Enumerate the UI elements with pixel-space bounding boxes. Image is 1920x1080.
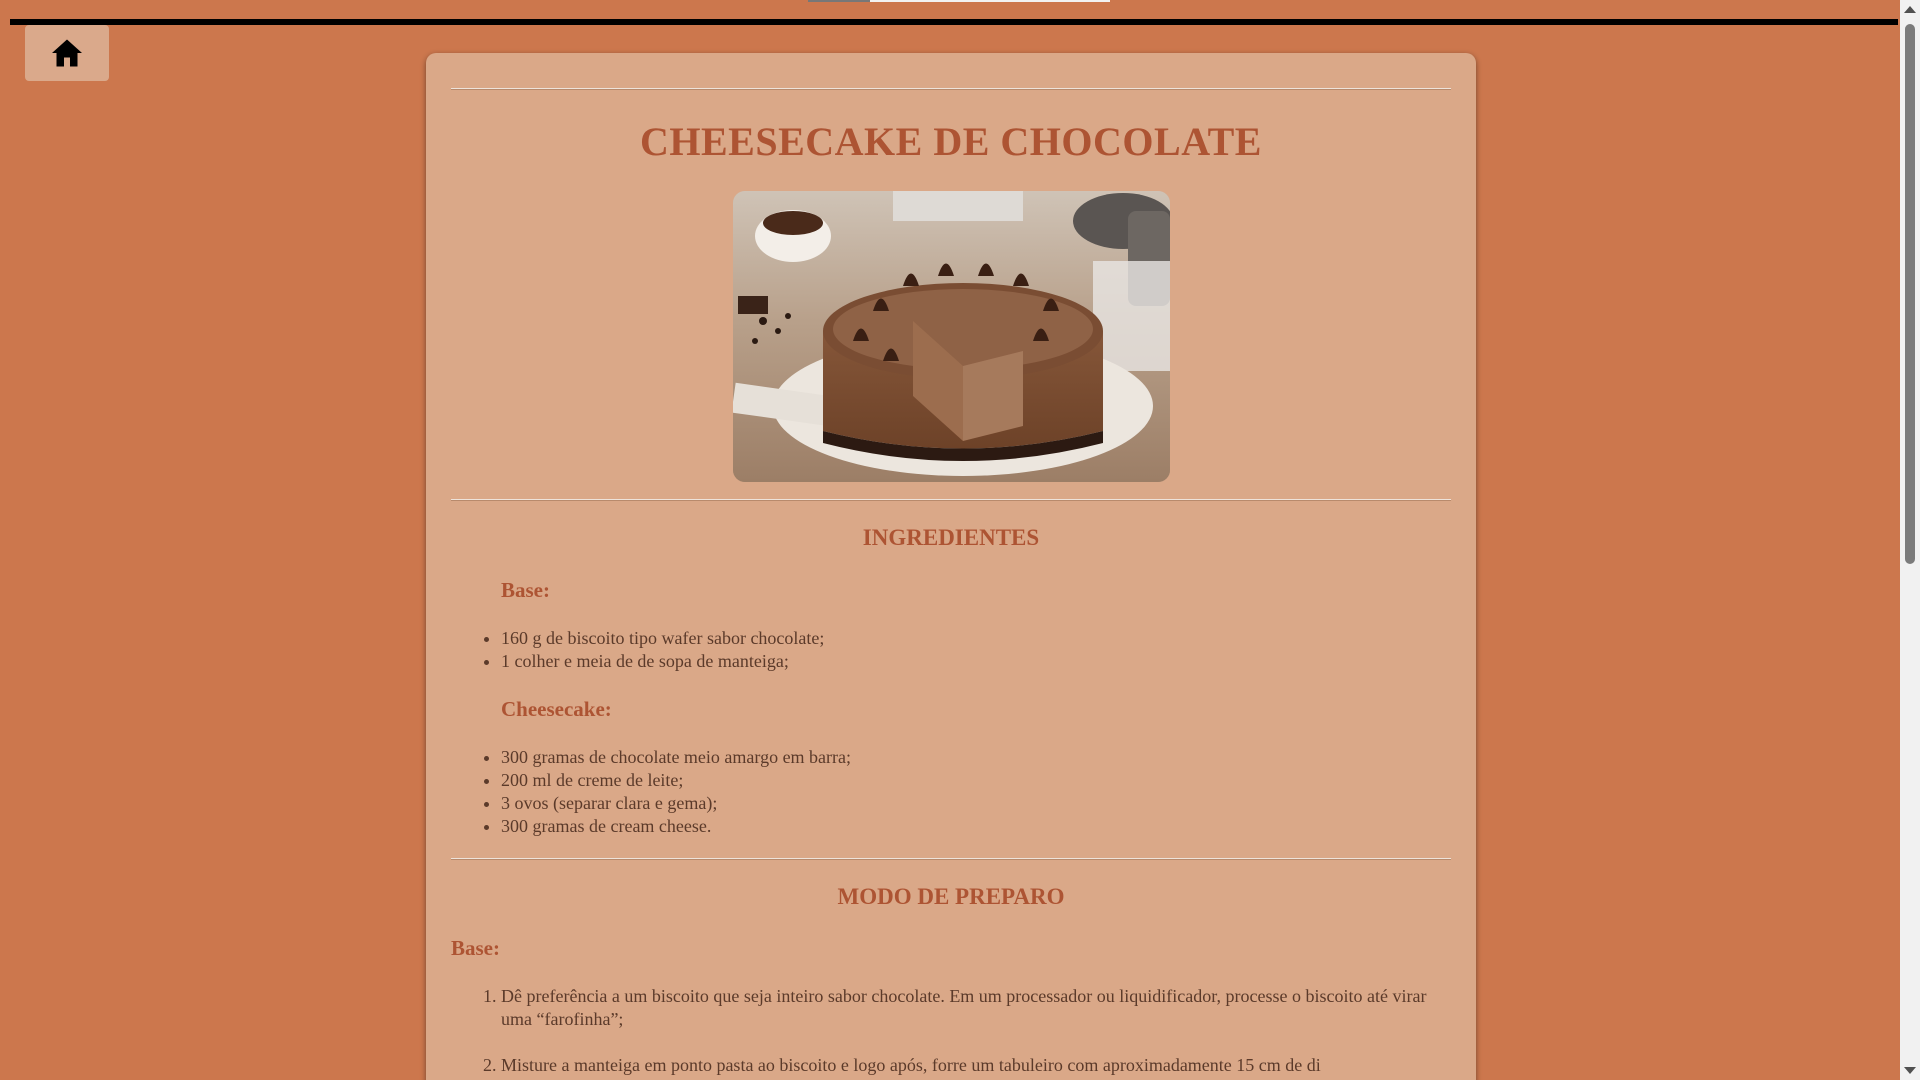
ingredients-base-list: 160 g de biscoito tipo wafer sabor choco… [451,627,1451,673]
top-nav-bar [10,19,1898,25]
ingredients-cheesecake-heading: Cheesecake: [501,697,612,721]
scrollbar-thumb[interactable] [1905,24,1915,564]
ingredients-cheesecake-list: 300 gramas de chocolate meio amargo em b… [451,746,1451,838]
scroll-down-arrow-icon[interactable] [1904,1067,1916,1074]
vertical-scrollbar[interactable] [1900,0,1920,1080]
list-item: Misture a manteiga em ponto pasta ao bis… [501,1054,1451,1077]
list-item: 3 ovos (separar clara e gema); [501,792,1451,815]
list-item: 160 g de biscoito tipo wafer sabor choco… [501,627,1451,650]
top-tab-indicator [808,0,870,2]
recipe-title: CHEESECAKE DE CHOCOLATE [640,119,1262,164]
scroll-up-arrow-icon[interactable] [1904,6,1916,13]
home-icon [52,39,82,67]
preparation-base-steps: Dê preferência a um biscoito que seja in… [451,985,1451,1077]
list-item: 1 colher e meia de de sopa de manteiga; [501,650,1451,673]
list-item: 300 gramas de cream cheese. [501,815,1451,838]
list-item: 300 gramas de chocolate meio amargo em b… [501,746,1451,769]
recipe-photo [732,191,1170,482]
top-tab-indicator-active [870,0,1110,2]
list-item: Dê preferência a um biscoito que seja in… [501,985,1451,1031]
list-item: 200 ml de creme de leite; [501,769,1451,792]
preparation-heading: MODO DE PREPARO [837,884,1065,909]
cheesecake-image [732,191,1170,482]
recipe-card: CHEESECAKE DE CHOCOLATE INGREDIENTES Bas… [426,53,1476,1080]
preparation-base-heading: Base: [451,936,500,960]
ingredients-base-heading: Base: [501,578,550,602]
ingredients-heading: INGREDIENTES [862,525,1040,550]
home-button[interactable] [25,25,109,81]
